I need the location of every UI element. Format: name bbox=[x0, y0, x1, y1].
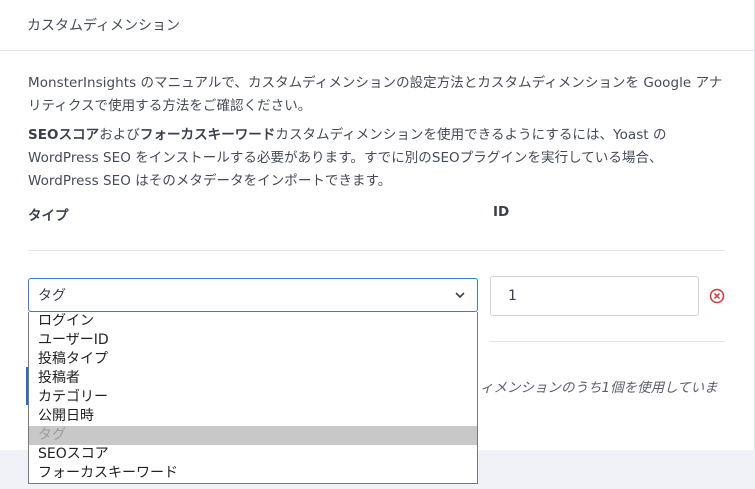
divider bbox=[490, 341, 725, 342]
dropdown-option[interactable]: 投稿者 bbox=[29, 369, 477, 388]
dimension-id-input[interactable]: 1 bbox=[490, 276, 699, 316]
remove-circle-icon[interactable] bbox=[709, 288, 725, 304]
select-value: タグ bbox=[38, 288, 66, 304]
dropdown-option[interactable]: SEOスコア bbox=[29, 445, 477, 464]
divider bbox=[28, 250, 725, 251]
dropdown-option[interactable]: ログイン bbox=[29, 312, 477, 331]
dropdown-option[interactable]: カテゴリー bbox=[29, 388, 477, 407]
and-text: および bbox=[99, 127, 140, 143]
chevron-down-icon bbox=[455, 292, 465, 299]
column-header-id: ID bbox=[493, 204, 510, 220]
type-dropdown-list[interactable]: ログイン ユーザーID 投稿タイプ 投稿者 カテゴリー 公開日時 タグ SEOスコア フォーカス… bbox=[28, 312, 478, 484]
dropdown-option[interactable]: フォーカスキーワード bbox=[29, 464, 477, 483]
focus-keyword-text: フォーカスキーワード bbox=[139, 127, 276, 143]
usage-text: ィメンションのうち1個を使用していま bbox=[480, 380, 718, 396]
description-paragraph-1: MonsterInsights のマニュアルで、カスタムディメンションの設定方法… bbox=[28, 75, 723, 114]
card-title: カスタムディメンション bbox=[0, 0, 754, 51]
dropdown-option[interactable]: 公開日時 bbox=[29, 407, 477, 426]
dropdown-option[interactable]: 投稿タイプ bbox=[29, 350, 477, 369]
dimension-type-select[interactable]: タグ bbox=[28, 278, 478, 312]
dropdown-option: タグ bbox=[29, 426, 477, 445]
description: MonsterInsights のマニュアルで、カスタムディメンションの設定方法… bbox=[28, 72, 724, 199]
description-paragraph-2: SEOスコアおよびフォーカスキーワードカスタムディメンションを使用できるようにす… bbox=[28, 124, 724, 193]
seo-score-text: SEOスコア bbox=[28, 127, 100, 143]
column-header-type: タイプ bbox=[28, 208, 69, 224]
dropdown-option[interactable]: ユーザーID bbox=[29, 331, 477, 350]
